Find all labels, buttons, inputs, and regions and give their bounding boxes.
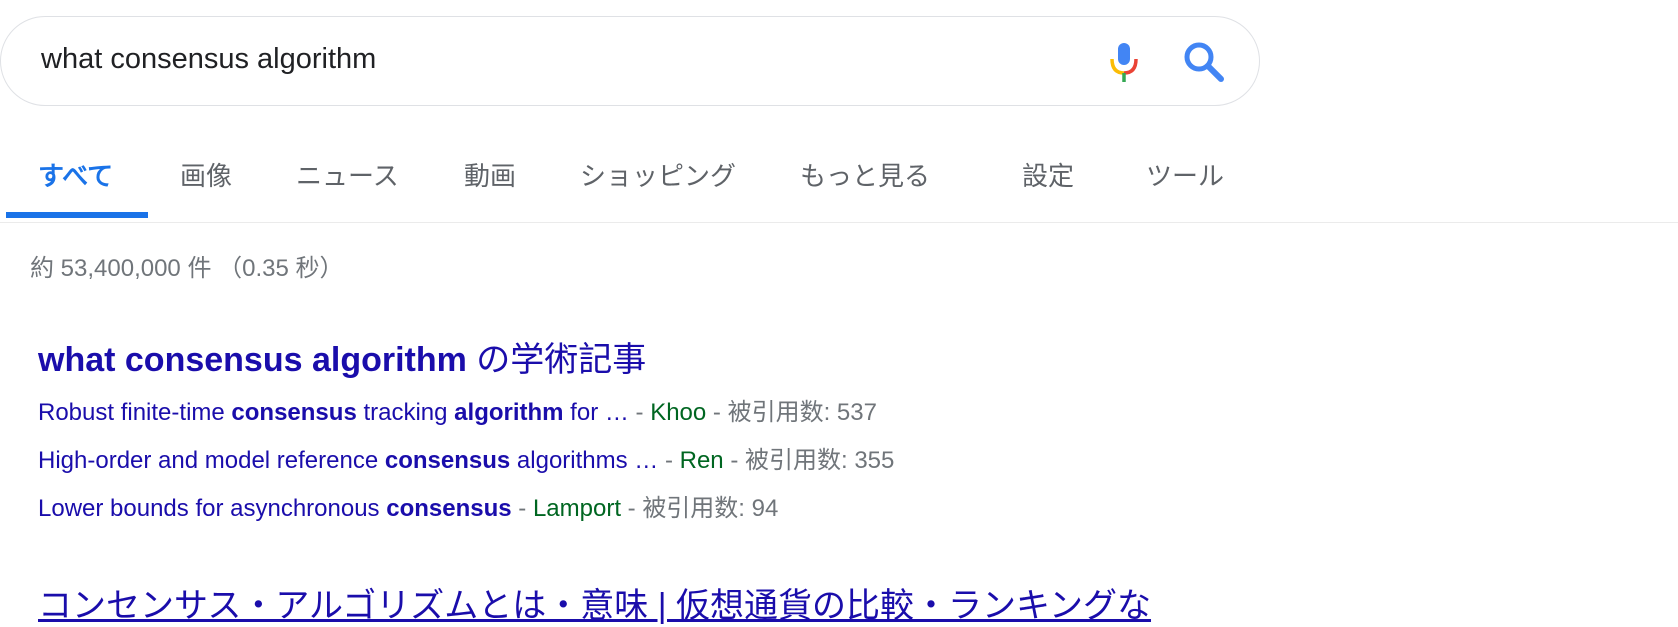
scholar-item-author[interactable]: Ren (680, 447, 724, 474)
scholar-item-author[interactable]: Lamport (533, 495, 621, 522)
tab-more[interactable]: もっと見る (800, 156, 930, 193)
microphone-icon[interactable] (1106, 41, 1142, 83)
result-stats: 約 53,400,000 件 （0.35 秒） (30, 255, 344, 282)
scholar-item-author[interactable]: Khoo (650, 399, 706, 426)
search-icon[interactable] (1181, 39, 1227, 85)
tab-tools[interactable]: ツール (1146, 156, 1224, 193)
scholar-item-cites[interactable]: - 被引用数: 537 (706, 399, 877, 426)
tab-all[interactable]: すべて (38, 156, 113, 193)
scholar-item: Robust finite-time consensus tracking al… (38, 399, 877, 426)
scholar-title-rest: の学術記事 (466, 341, 647, 379)
search-box[interactable]: what consensus algorithm (0, 16, 1260, 106)
scholar-item-cites[interactable]: - 被引用数: 94 (621, 495, 779, 522)
scholar-title-bold: what consensus algorithm (38, 341, 467, 379)
scholar-item-link[interactable]: High-order and model reference consensus… (38, 447, 658, 474)
scholar-item: High-order and model reference consensus… (38, 447, 895, 474)
tab-news[interactable]: ニュース (296, 156, 399, 193)
scholar-result-title[interactable]: what consensus algorithm の学術記事 (38, 332, 646, 381)
tab-videos[interactable]: 動画 (464, 156, 516, 193)
scholar-item-link[interactable]: Robust finite-time consensus tracking al… (38, 399, 629, 426)
active-tab-indicator (6, 212, 148, 218)
tab-shopping[interactable]: ショッピング (580, 156, 736, 193)
scholar-item-cites[interactable]: - 被引用数: 355 (724, 447, 894, 474)
search-input[interactable]: what consensus algorithm (41, 43, 376, 76)
tab-settings[interactable]: 設定 (1022, 156, 1074, 193)
tab-images[interactable]: 画像 (180, 156, 232, 193)
scholar-item: Lower bounds for asynchronous consensus … (38, 495, 779, 522)
second-result-title[interactable]: コンセンサス・アルゴリズムとは・意味 | 仮想通貨の比較・ランキングな (38, 578, 1151, 627)
scholar-item-link[interactable]: Lower bounds for asynchronous consensus (38, 495, 512, 522)
search-tabs: すべて 画像 ニュース 動画 ショッピング もっと見る 設定 ツール (0, 150, 1678, 223)
